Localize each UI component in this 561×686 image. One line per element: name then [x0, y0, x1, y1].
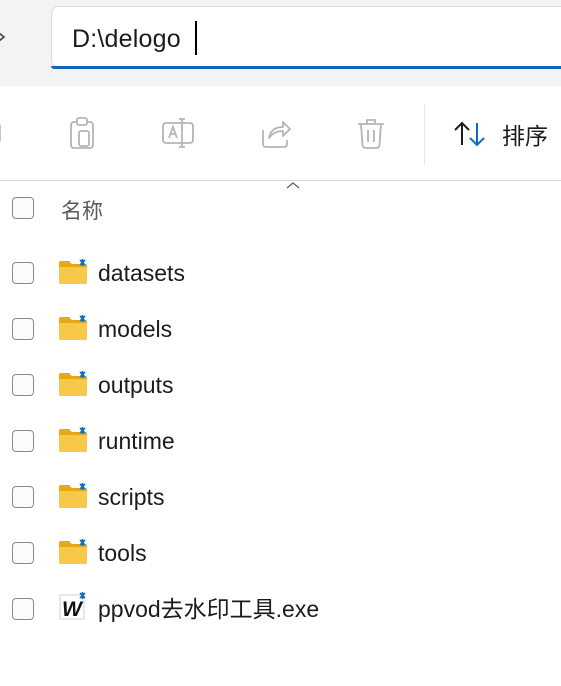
file-name-label[interactable]: ppvod去水印工具.exe	[98, 594, 319, 624]
folder-icon	[58, 371, 88, 397]
folder-row[interactable]: scripts	[0, 470, 561, 526]
column-header-row: 名称	[0, 186, 561, 232]
row-checkbox[interactable]	[12, 542, 34, 564]
sort-icon	[454, 121, 485, 147]
toolbar-divider	[0, 180, 561, 181]
row-checkbox[interactable]	[12, 374, 34, 396]
folder-row[interactable]: runtime	[0, 414, 561, 470]
row-checkbox[interactable]	[12, 430, 34, 452]
cut-icon[interactable]	[0, 122, 4, 144]
file-list: datasets models outputs runtime scripts …	[0, 246, 561, 638]
folder-row[interactable]: tools	[0, 526, 561, 582]
sort-button[interactable]: 排序	[452, 116, 548, 152]
rename-button[interactable]	[161, 116, 195, 150]
copy-icon	[70, 117, 94, 149]
copy-button[interactable]	[65, 116, 99, 150]
chevron-right-icon[interactable]	[0, 31, 8, 43]
folder-icon	[58, 315, 88, 341]
file-explorer-window: D:\delogo 排序 名称 datasets models outputs …	[0, 0, 561, 686]
folder-icon	[58, 427, 88, 453]
text-caret	[195, 21, 197, 55]
row-checkbox[interactable]	[12, 598, 34, 620]
folder-icon	[58, 539, 88, 565]
address-path-text[interactable]: D:\delogo	[72, 23, 181, 55]
toolbar-separator	[424, 104, 425, 164]
folder-row[interactable]: datasets	[0, 246, 561, 302]
delete-icon	[358, 119, 384, 149]
rename-icon	[162, 118, 194, 148]
folder-row[interactable]: models	[0, 302, 561, 358]
file-name-label[interactable]: models	[98, 314, 172, 344]
row-checkbox[interactable]	[12, 262, 34, 284]
file-name-label[interactable]: scripts	[98, 482, 164, 512]
row-checkbox[interactable]	[12, 486, 34, 508]
select-all-checkbox[interactable]	[12, 197, 34, 219]
delete-button[interactable]	[354, 116, 388, 150]
command-bar: 排序	[0, 86, 561, 180]
folder-row[interactable]: outputs	[0, 358, 561, 414]
name-column-header[interactable]: 名称	[61, 195, 103, 225]
address-focus-underline	[51, 66, 561, 69]
folder-icon	[58, 259, 88, 285]
share-icon	[262, 121, 291, 148]
address-bar-region: D:\delogo	[0, 0, 561, 86]
row-checkbox[interactable]	[12, 318, 34, 340]
share-button[interactable]	[258, 116, 292, 150]
file-name-label[interactable]: tools	[98, 538, 147, 568]
file-name-label[interactable]: runtime	[98, 426, 175, 456]
sort-label: 排序	[502, 123, 548, 149]
svg-text:W: W	[62, 598, 84, 621]
file-name-label[interactable]: outputs	[98, 370, 173, 400]
folder-icon	[58, 483, 88, 509]
exe-app-icon: W	[58, 592, 88, 621]
file-name-label[interactable]: datasets	[98, 258, 185, 288]
file-row[interactable]: W ppvod去水印工具.exe	[0, 582, 561, 638]
